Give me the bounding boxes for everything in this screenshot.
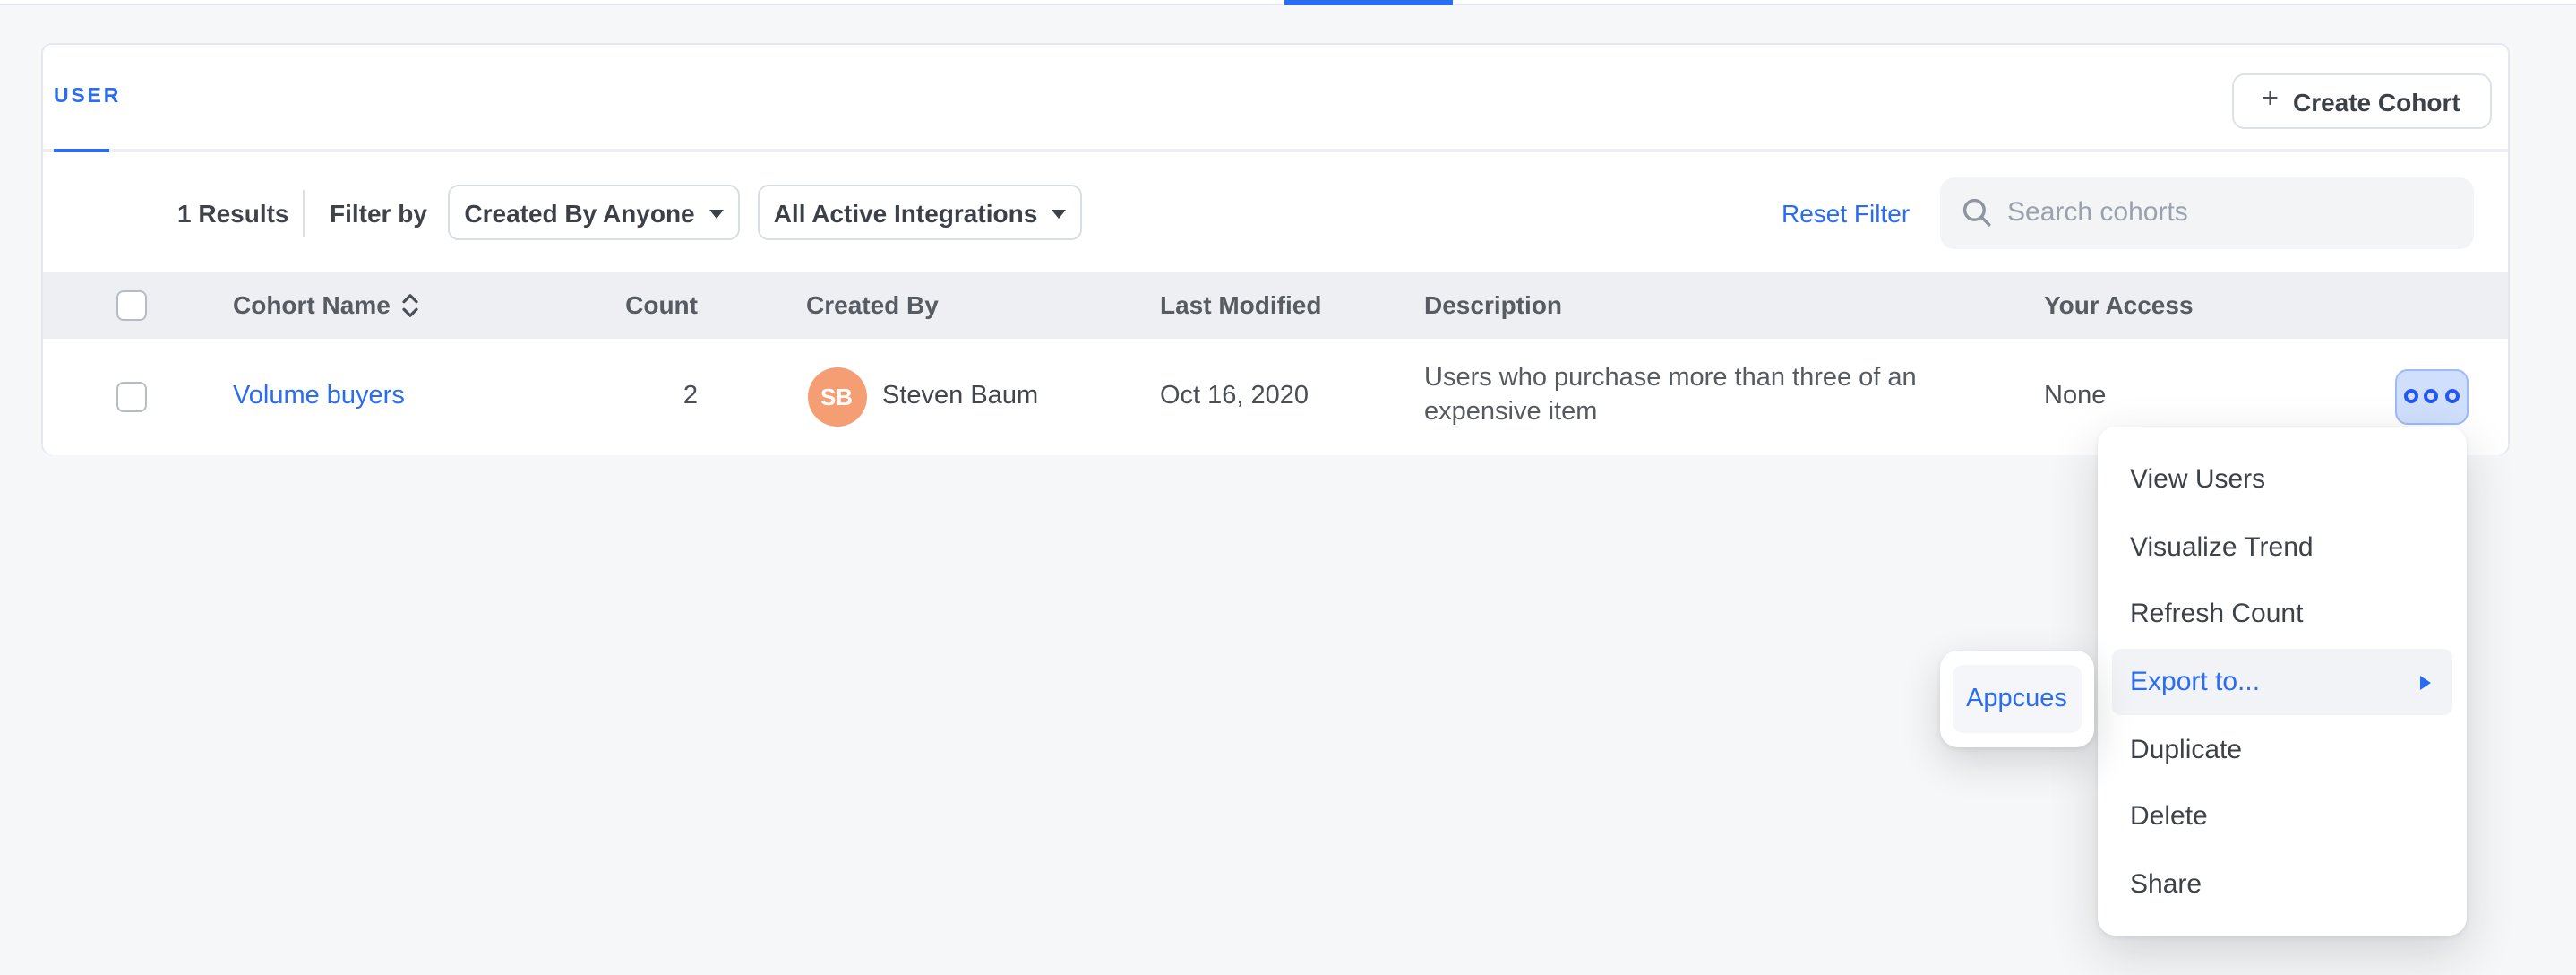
creator-name: Steven Baum [882, 382, 1038, 410]
menu-item-visualize-trend[interactable]: Visualize Trend [2098, 513, 2467, 581]
search-cohorts-input[interactable] [2007, 197, 2451, 228]
active-nav-tab-indicator [1284, 0, 1453, 5]
search-icon [1961, 197, 1991, 228]
table-header-row: Cohort Name Count Created By Last Modifi… [42, 272, 2507, 338]
created-by-dropdown[interactable]: Created By Anyone [448, 185, 740, 240]
more-horizontal-icon [2424, 389, 2438, 403]
caret-down-icon [1052, 209, 1066, 218]
header-your-access[interactable]: Your Access [2044, 272, 2194, 338]
header-description[interactable]: Description [1424, 272, 1562, 338]
created-by-dropdown-value: Created By Anyone [464, 198, 694, 227]
row-actions-button[interactable] [2394, 368, 2468, 424]
row-actions-menu: View Users Visualize Trend Refresh Count… [2098, 427, 2467, 936]
filter-by-label: Filter by [330, 152, 427, 272]
integrations-dropdown[interactable]: All Active Integrations [758, 185, 1082, 240]
menu-item-refresh-count[interactable]: Refresh Count [2098, 581, 2467, 648]
header-last-modified[interactable]: Last Modified [1160, 272, 1321, 338]
tab-user-label: USER [54, 86, 121, 108]
menu-item-delete[interactable]: Delete [2098, 783, 2467, 850]
create-cohort-label: Create Cohort [2293, 87, 2460, 116]
header-cohort-name[interactable]: Cohort Name [233, 272, 419, 338]
description-value: Users who purchase more than three of an… [1424, 338, 1944, 454]
select-all-checkbox[interactable] [116, 290, 147, 321]
sort-icon[interactable] [401, 292, 419, 319]
cohort-name-link[interactable]: Volume buyers [233, 338, 405, 454]
search-cohorts-box[interactable] [1939, 177, 2473, 248]
count-value: 2 [588, 338, 698, 454]
last-modified-value: Oct 16, 2020 [1160, 338, 1309, 454]
create-cohort-button[interactable]: + Create Cohort [2231, 73, 2491, 129]
menu-item-view-users[interactable]: View Users [2098, 446, 2467, 513]
card-tab-bar: USER + Create Cohort [42, 44, 2507, 152]
cohorts-card: USER + Create Cohort 1 Results Filter by… [40, 42, 2509, 454]
divider [303, 189, 305, 236]
cohorts-page: USER + Create Cohort 1 Results Filter by… [0, 0, 2576, 975]
menu-item-export-to[interactable]: Export to... [2112, 649, 2452, 716]
menu-item-export-label: Export to... [2130, 667, 2260, 697]
submenu-arrow-icon [2420, 675, 2431, 689]
your-access-value: None [2044, 338, 2106, 454]
avatar: SB [807, 367, 866, 426]
submenu-item-appcues[interactable]: Appcues [1953, 664, 2081, 732]
creator-cell: SB Steven Baum [807, 338, 1038, 454]
header-created-by[interactable]: Created By [806, 272, 939, 338]
header-count[interactable]: Count [588, 272, 698, 338]
reset-filter-link[interactable]: Reset Filter [1782, 152, 1910, 272]
integrations-dropdown-value: All Active Integrations [774, 198, 1038, 227]
results-count: 1 Results [177, 152, 289, 272]
menu-item-share[interactable]: Share [2098, 850, 2467, 918]
tab-user[interactable]: USER [54, 44, 121, 149]
top-nav-strip [0, 0, 2576, 5]
filter-bar: 1 Results Filter by Created By Anyone Al… [42, 152, 2507, 272]
export-submenu: Appcues [1939, 650, 2094, 746]
more-horizontal-icon [2444, 389, 2459, 403]
menu-item-duplicate[interactable]: Duplicate [2098, 716, 2467, 783]
plus-icon: + [2262, 86, 2279, 115]
row-checkbox[interactable] [116, 381, 147, 411]
more-horizontal-icon [2403, 389, 2417, 403]
caret-down-icon [709, 209, 724, 218]
